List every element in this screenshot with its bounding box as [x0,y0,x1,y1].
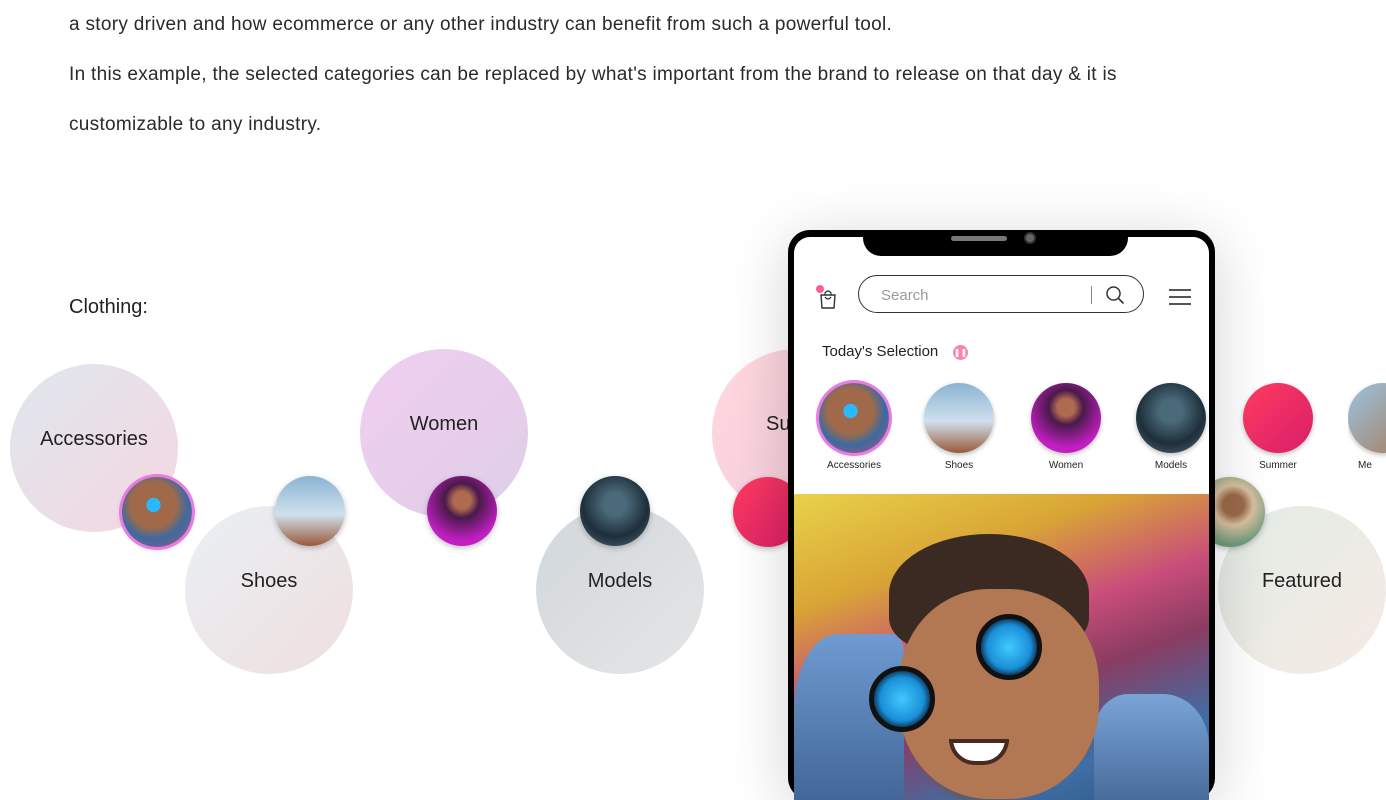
bubble-label: Featured [1261,570,1343,592]
intro-line-1: a story driven and how ecommerce or any … [69,14,893,35]
thumb-shoes [275,476,345,546]
hero-jacket-right [1094,694,1209,800]
section-title: Today's Selection [822,343,939,360]
category-models[interactable]: Models [1131,383,1209,471]
category-label: Summer [1259,460,1297,471]
category-image [819,383,889,453]
search-input[interactable] [879,282,1083,308]
bubble-label: Accessories [40,428,148,450]
category-image [1136,383,1206,453]
category-label: Women [1048,460,1084,471]
category-image [924,383,994,453]
speaker-grille [951,236,1007,241]
phone-notch [863,230,1128,256]
category-me-clip: Me [1348,383,1386,493]
category-shoes[interactable]: Shoes [919,383,999,471]
category-me[interactable]: Me [1348,383,1386,471]
category-label: Models [1154,460,1188,471]
category-accessories[interactable]: Accessories [814,383,894,471]
category-label: Me [1358,460,1372,471]
search-divider [1091,286,1092,304]
category-image [1348,383,1386,453]
bubble-label: Models [587,570,653,592]
thumb-accessories [122,477,192,547]
intro-line-3: customizable to any industry. [69,114,322,135]
search-icon[interactable] [1105,285,1125,305]
category-label: Accessories [827,460,881,471]
category-image [1243,383,1313,453]
category-label: Shoes [944,460,974,471]
category-image [1031,383,1101,453]
hero-lens-right [976,614,1042,680]
hero-image [794,494,1209,800]
intro-line-2: In this example, the selected categories… [69,64,1117,85]
thumb-women [427,476,497,546]
camera-icon [1024,232,1036,244]
bubble-label: Women [409,413,479,435]
bubble-label: Shoes [240,570,298,592]
category-women[interactable]: Women [1026,383,1106,471]
pause-icon[interactable]: ❚❚ [953,345,968,360]
shopping-bag-icon[interactable] [818,288,838,310]
search-bar [858,275,1144,313]
phone-mockup: Today's Selection ❚❚ Accessories Shoes W… [788,230,1215,800]
section-label: Clothing: [69,296,148,318]
thumb-models [580,476,650,546]
hero-lens-left [869,666,935,732]
phone-screen: Today's Selection ❚❚ Accessories Shoes W… [794,237,1209,800]
category-summer[interactable]: Summer [1238,383,1318,471]
menu-icon[interactable] [1169,289,1191,305]
